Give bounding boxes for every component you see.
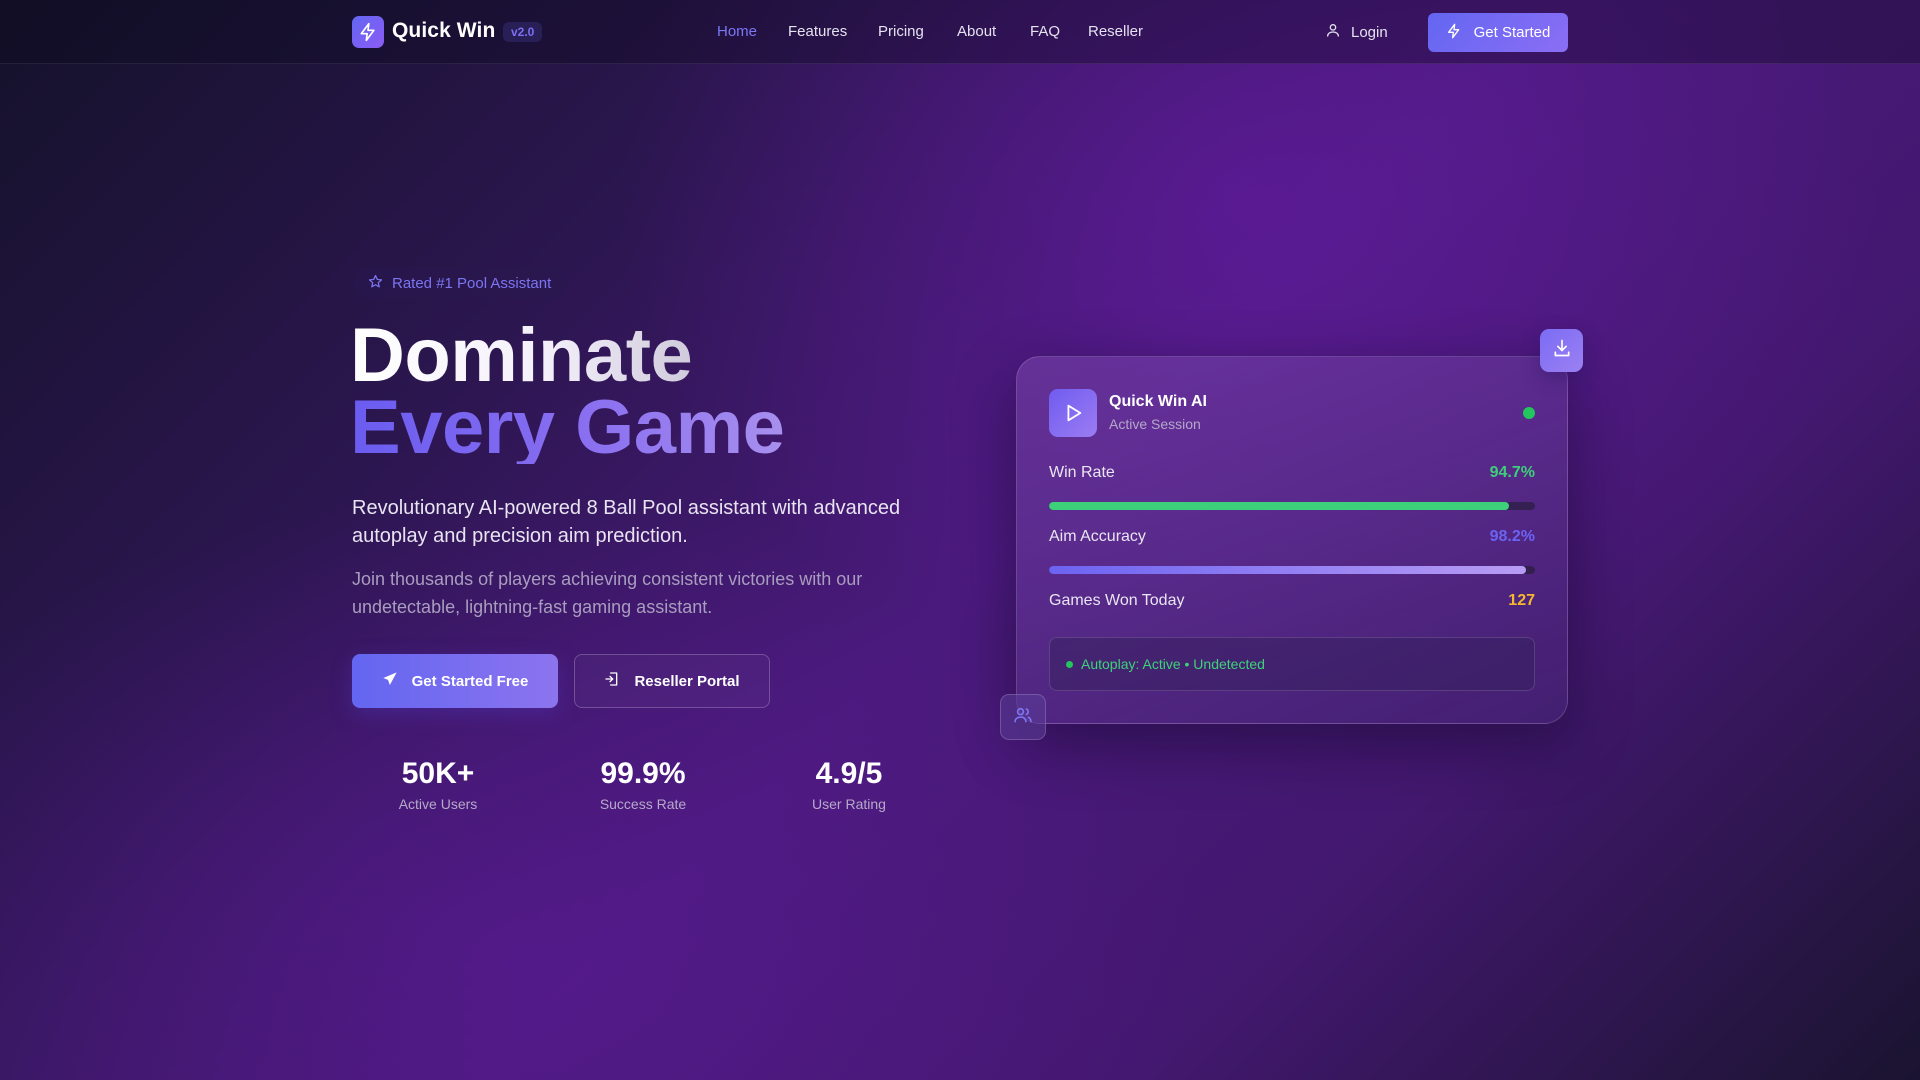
rating-badge: Rated #1 Pool Assistant bbox=[354, 268, 568, 298]
user-icon bbox=[1325, 22, 1341, 42]
stat-active-users: 50K+ Active Users bbox=[363, 756, 513, 812]
autoplay-status-label: Autoplay: Active • Undetected bbox=[1081, 656, 1265, 672]
nav-link-reseller[interactable]: Reseller bbox=[1088, 23, 1143, 40]
top-navigation: Quick Win v2.0 Home Features Pricing Abo… bbox=[0, 0, 1920, 64]
stat-value: 99.9% bbox=[600, 757, 686, 790]
download-icon bbox=[1552, 338, 1572, 363]
metric-label-games-won: Games Won Today bbox=[1049, 592, 1185, 609]
metric-label-aim-accuracy: Aim Accuracy bbox=[1049, 528, 1146, 545]
stat-label: Success Rate bbox=[599, 796, 687, 812]
login-button[interactable]: Login bbox=[1325, 22, 1388, 42]
session-card: Quick Win AI Active Session Win Rate 94.… bbox=[1016, 356, 1568, 724]
download-button[interactable] bbox=[1540, 329, 1583, 372]
send-icon bbox=[382, 671, 398, 691]
star-icon bbox=[368, 274, 383, 293]
stat-user-rating: 4.9/5 User Rating bbox=[774, 756, 924, 812]
brand-name[interactable]: Quick Win bbox=[392, 19, 495, 43]
login-icon bbox=[604, 671, 620, 691]
hero-title-line2: Every Game bbox=[350, 385, 785, 470]
users-button[interactable] bbox=[1000, 694, 1046, 740]
play-icon[interactable] bbox=[1049, 389, 1097, 437]
stat-label: Active Users bbox=[398, 796, 478, 812]
metric-value-aim-accuracy: 98.2% bbox=[1489, 528, 1535, 545]
nav-link-features[interactable]: Features bbox=[788, 23, 847, 40]
stat-success-rate: 99.9% Success Rate bbox=[568, 756, 718, 812]
get-started-free-label: Get Started Free bbox=[411, 672, 529, 690]
card-title: Quick Win AI bbox=[1109, 393, 1207, 410]
nav-link-home[interactable]: Home bbox=[717, 23, 757, 40]
stat-value: 4.9/5 bbox=[815, 757, 883, 790]
aim-accuracy-progress-bar bbox=[1049, 566, 1535, 574]
get-started-label: Get Started bbox=[1473, 24, 1551, 41]
logo-icon[interactable] bbox=[352, 16, 384, 48]
nav-link-pricing[interactable]: Pricing bbox=[878, 23, 924, 40]
metric-label-win-rate: Win Rate bbox=[1049, 464, 1115, 481]
autoplay-status-dot bbox=[1066, 660, 1073, 668]
status-indicator bbox=[1523, 407, 1535, 419]
reseller-portal-button[interactable]: Reseller Portal bbox=[574, 654, 770, 708]
card-subtitle: Active Session bbox=[1109, 416, 1201, 432]
nav-link-faq[interactable]: FAQ bbox=[1030, 23, 1060, 40]
win-rate-progress-fill bbox=[1049, 502, 1510, 510]
aim-accuracy-progress-fill bbox=[1049, 566, 1527, 574]
get-started-free-button[interactable]: Get Started Free bbox=[352, 654, 558, 708]
reseller-portal-label: Reseller Portal bbox=[634, 672, 740, 690]
metric-value-games-won: 127 bbox=[1508, 592, 1535, 609]
win-rate-progress-bar bbox=[1049, 502, 1535, 510]
version-badge: v2.0 bbox=[503, 22, 543, 42]
hero-subtitle: Revolutionary AI-powered 8 Ball Pool ass… bbox=[352, 497, 901, 547]
rating-badge-label: Rated #1 Pool Assistant bbox=[392, 274, 552, 292]
metric-value-win-rate: 94.7% bbox=[1489, 464, 1535, 481]
hero-title-line1: Dominate bbox=[350, 318, 784, 394]
get-started-button[interactable]: Get Started bbox=[1428, 13, 1568, 52]
hero-description: Join thousands of players achieving cons… bbox=[352, 569, 863, 617]
autoplay-status: Autoplay: Active • Undetected bbox=[1049, 637, 1535, 691]
stat-label: User Rating bbox=[812, 796, 886, 812]
bolt-icon bbox=[1446, 23, 1462, 43]
login-label: Login bbox=[1351, 23, 1388, 41]
users-icon bbox=[1013, 705, 1033, 730]
nav-link-about[interactable]: About bbox=[957, 23, 996, 40]
stat-value: 50K+ bbox=[401, 757, 475, 790]
hero-title: Dominate Every Game bbox=[350, 318, 785, 470]
